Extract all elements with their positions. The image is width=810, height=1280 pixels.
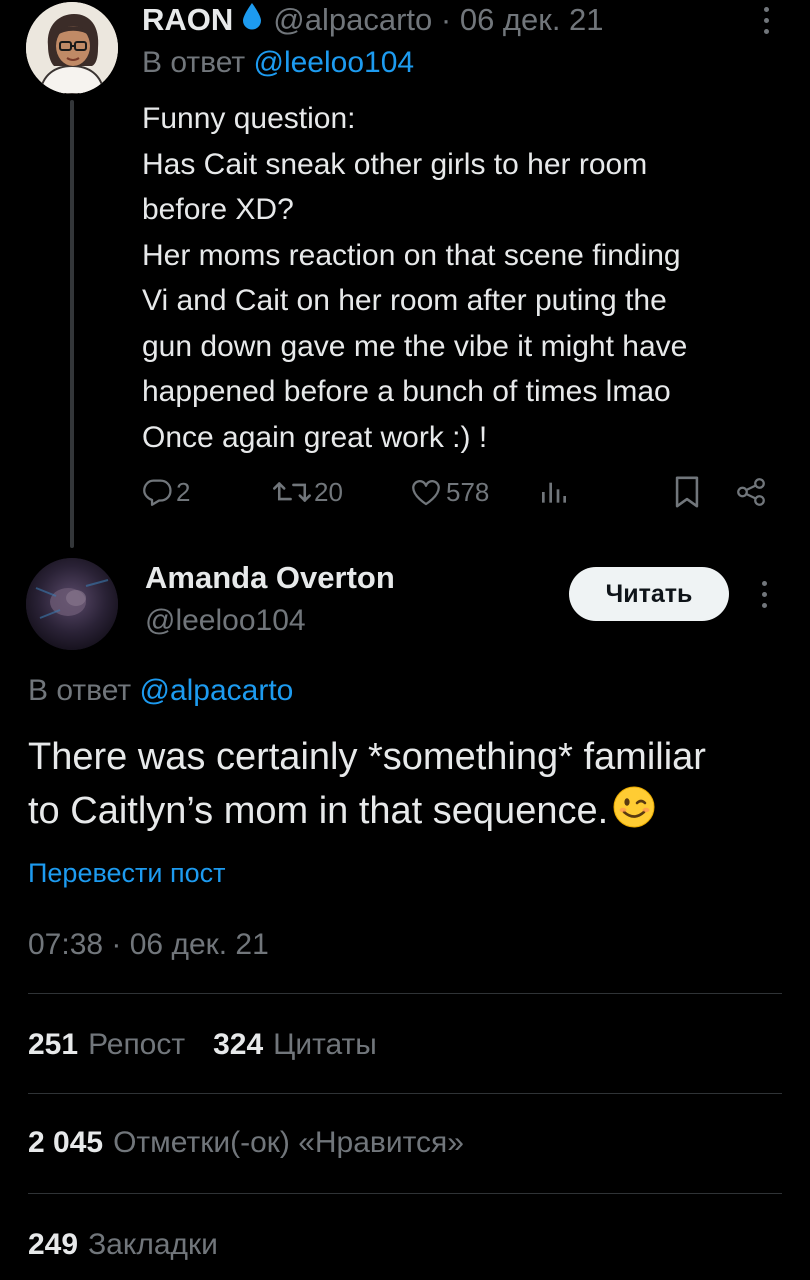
reply-to-mention[interactable]: @alpacarto [139, 674, 293, 707]
like-count: 578 [446, 476, 490, 507]
reply-context: В ответ @alpacarto [28, 674, 293, 708]
bookmarks-count: 249 [28, 1228, 79, 1261]
bookmark-button[interactable] [672, 470, 702, 514]
share-button[interactable] [734, 470, 768, 514]
tweet-text-line: There was certainly *something* familiar [28, 736, 706, 778]
parent-tweet[interactable]: RAON @alpacarto · 06 дек. 21 В ответ @le… [0, 0, 810, 548]
reposts-count[interactable]: 251 [28, 1028, 78, 1062]
divider [28, 1193, 782, 1194]
reply-to-mention[interactable]: @leeloo104 [253, 46, 414, 79]
tweet-text-line: Her moms reaction on that scene finding [142, 238, 681, 272]
repost-button[interactable]: 20 [272, 470, 343, 514]
likes-stats[interactable]: 2 045 Отметки(-ок) «Нравится» [28, 1126, 464, 1160]
tweet-text-line: Funny question: [142, 102, 356, 135]
share-icon [734, 475, 768, 509]
reply-context: В ответ @leeloo104 [142, 46, 414, 80]
reply-icon [140, 475, 174, 509]
author-name[interactable]: RAON [142, 2, 233, 38]
raon-avatar[interactable] [26, 2, 118, 94]
author-handle[interactable]: @leeloo104 [145, 604, 306, 638]
droplet-icon [241, 2, 263, 38]
translate-post-link[interactable]: Перевести пост [28, 858, 225, 889]
winking-face-emoji-icon [612, 785, 656, 829]
tweet-text-line: Vi and Cait on her room after puting the [142, 284, 667, 317]
follow-button[interactable]: Читать [569, 567, 729, 621]
quotes-count[interactable]: 324 [213, 1028, 263, 1062]
likes-count: 2 045 [28, 1126, 104, 1159]
reposts-label[interactable]: Репост [88, 1028, 185, 1062]
repost-count: 20 [314, 476, 343, 507]
bookmark-icon [672, 475, 702, 509]
parent-tweet-text: Funny question: Has Cait sneak other gir… [142, 96, 792, 460]
tweet-timestamp[interactable]: 07:38 · 06 дек. 21 [28, 928, 269, 962]
tweet-action-bar: 2 20 578 [0, 470, 810, 514]
reply-prefix: В ответ [142, 46, 246, 79]
repost-icon [272, 475, 312, 509]
tweet-text-line: to Caitlyn’s mom in that sequence. [28, 784, 798, 838]
more-options-icon[interactable] [754, 574, 774, 614]
like-button[interactable]: 578 [408, 470, 489, 514]
main-tweet-text: There was certainly *something* familiar… [28, 730, 798, 838]
repost-quote-stats: 251 Репост 324 Цитаты [28, 1028, 377, 1062]
tweet-text-line: Has Cait sneak other girls to her room [142, 147, 648, 181]
views-button[interactable] [538, 470, 570, 514]
tweet-text-line: Once again great work :) ! [142, 420, 488, 454]
tweet-text-fragment: to Caitlyn’s mom in that sequence. [28, 790, 609, 832]
like-icon [408, 475, 444, 509]
more-options-icon[interactable] [756, 0, 776, 40]
divider [28, 1093, 782, 1094]
tweet-text-line: gun down gave me the vibe it might have [142, 329, 688, 363]
quotes-label[interactable]: Цитаты [273, 1028, 377, 1062]
divider [28, 993, 782, 994]
tweet-text-line: happened before a bunch of times lmao [142, 375, 671, 408]
likes-label: Отметки(-ок) «Нравится» [113, 1126, 464, 1159]
author-handle[interactable]: @alpacarto [273, 2, 432, 38]
tweet-thread-page: RAON @alpacarto · 06 дек. 21 В ответ @le… [0, 0, 810, 1280]
views-icon [538, 475, 570, 509]
bookmarks-label: Закладки [88, 1228, 218, 1261]
reply-count: 2 [176, 476, 191, 507]
parent-tweet-header: RAON @alpacarto · 06 дек. 21 [142, 0, 604, 40]
amanda-avatar[interactable] [26, 558, 118, 650]
reply-prefix: В ответ [28, 674, 132, 707]
author-name[interactable]: Amanda Overton [145, 560, 395, 596]
tweet-text-line: before XD? [142, 193, 294, 226]
tweet-date[interactable]: · 06 дек. 21 [441, 2, 604, 38]
bookmarks-stats[interactable]: 249 Закладки [28, 1228, 218, 1262]
reply-button[interactable]: 2 [140, 470, 190, 514]
